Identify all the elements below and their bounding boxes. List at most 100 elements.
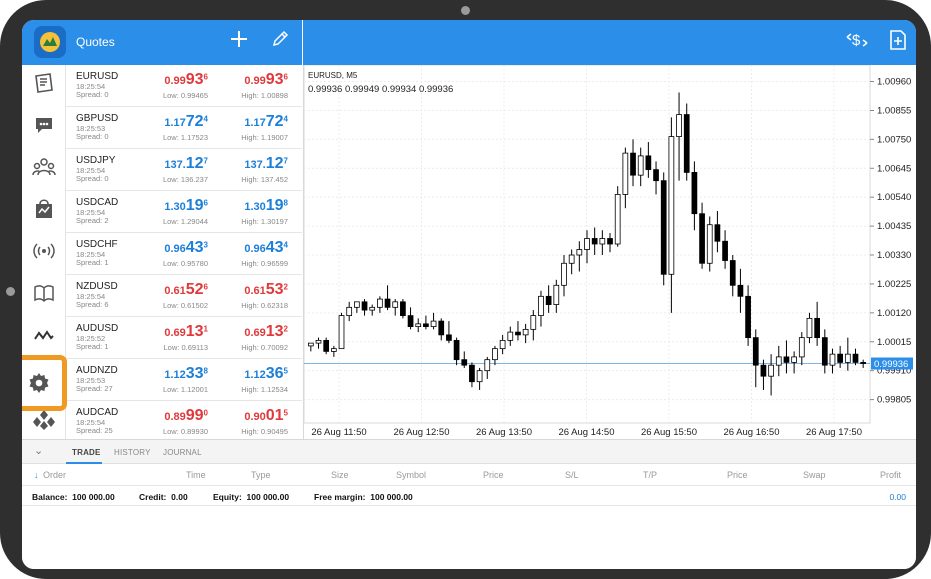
x-tick-label: 26 Aug 15:50: [641, 427, 697, 438]
quotes-list: EURUSD 18:25:54 Spread: 0 0.99936 0.99936 Low…: [66, 65, 302, 439]
col-symbol[interactable]: Symbol: [396, 470, 426, 480]
candle-body: [699, 213, 705, 264]
tab-history[interactable]: HISTORY: [114, 448, 151, 457]
quote-spread: Spread: 2: [76, 216, 109, 225]
candle-body: [538, 295, 544, 316]
market-bag-icon[interactable]: [28, 193, 60, 225]
candle-body: [469, 364, 475, 383]
candle-body: [507, 331, 514, 341]
col-type[interactable]: Type: [251, 470, 271, 480]
quote-low: Low: 0.99465: [162, 91, 208, 100]
quote-high: High: 1.00898: [241, 91, 288, 100]
col-tp[interactable]: T/P: [643, 470, 657, 480]
quote-row-usdjpy[interactable]: USDJPY 18:25:54 Spread: 0 137.127 137.127 Low…: [66, 149, 302, 191]
candle-body: [576, 249, 583, 256]
current-price-label: 0.99936: [874, 359, 908, 370]
candle-body: [307, 342, 314, 347]
col-profit[interactable]: Profit: [880, 470, 901, 480]
candle-body: [430, 320, 437, 328]
col-sl[interactable]: S/L: [565, 470, 579, 480]
collapse-chevron-icon[interactable]: ⌄: [34, 444, 43, 457]
quote-symbol: GBPUSD: [76, 113, 119, 124]
y-tick-label: 1.00330: [877, 250, 911, 261]
quote-row-audnzd[interactable]: AUDNZD 18:25:53 Spread: 27 1.12338 1.12365 Lo…: [66, 359, 302, 401]
candle-body: [568, 254, 575, 264]
quote-symbol: USDCAD: [76, 197, 119, 208]
quote-row-gbpusd[interactable]: GBPUSD 18:25:53 Spread: 0 1.17724 1.17724 Low…: [66, 107, 302, 149]
quote-spread: Spread: 6: [76, 300, 109, 309]
chart-header: $: [303, 20, 916, 65]
candle-body: [407, 315, 414, 328]
quote-high: High: 137.452: [241, 175, 288, 184]
candle-body: [637, 155, 644, 176]
candle-body: [492, 348, 498, 361]
candle-body: [584, 238, 590, 250]
quote-low: Low: 136.237: [162, 175, 208, 184]
candle-body: [798, 337, 805, 358]
edit-pencil-icon[interactable]: [267, 29, 293, 55]
book-icon[interactable]: [28, 277, 60, 309]
trading-chart-icon[interactable]: [28, 319, 60, 351]
metatrader-logo-icon[interactable]: [34, 26, 66, 58]
quote-ask: 0.99936: [244, 71, 288, 88]
chat-icon[interactable]: [28, 109, 60, 141]
account-summary: Balance: 100 000.00 Credit: 0.00 Equity:…: [22, 486, 916, 506]
quote-spread: Spread: 0: [76, 90, 109, 99]
quote-symbol: USDJPY: [76, 155, 116, 166]
candle-body: [461, 359, 468, 366]
quotes-header: Quotes: [22, 20, 302, 65]
candle-body: [737, 284, 744, 297]
candle-body: [315, 339, 322, 344]
x-tick-label: 26 Aug 13:50: [476, 427, 532, 438]
page-title: Quotes: [76, 35, 115, 49]
add-symbol-icon[interactable]: [226, 29, 252, 55]
quote-low: Low: 1.29044: [162, 217, 208, 226]
quote-row-usdchf[interactable]: USDCHF 18:25:54 Spread: 1 0.96433 0.96434 Low…: [66, 233, 302, 275]
candle-body: [384, 298, 391, 308]
price-chart[interactable]: 1.00960 1.00855 1.00750 1.00645 1.00540 1.004…: [303, 64, 916, 439]
y-tick-label: 1.00435: [877, 221, 911, 232]
quote-row-usdcad[interactable]: USDCAD 18:25:54 Spread: 2 1.30196 1.30198 Low…: [66, 191, 302, 233]
candle-body: [821, 337, 828, 366]
x-tick-label: 26 Aug 14:50: [559, 427, 615, 438]
quote-ask: 1.30198: [244, 197, 288, 214]
col-time[interactable]: Time: [186, 470, 206, 480]
settings-button[interactable]: [22, 355, 67, 411]
candle-body: [438, 320, 445, 336]
quote-row-eurusd[interactable]: EURUSD 18:25:54 Spread: 0 0.99936 0.99936 Low…: [66, 65, 302, 107]
trade-dollar-icon[interactable]: $: [844, 29, 870, 55]
col-order[interactable]: Order: [43, 470, 66, 480]
quote-row-audcad[interactable]: AUDCAD 18:25:54 Spread: 25 0.89990 0.90015 Lo…: [66, 401, 302, 439]
quote-high: High: 0.90495: [241, 427, 288, 436]
candle-body: [814, 317, 820, 339]
candle-body: [791, 356, 797, 363]
news-icon[interactable]: [28, 67, 60, 99]
signals-icon[interactable]: [28, 235, 60, 267]
sort-down-icon[interactable]: ↓: [34, 470, 39, 480]
col-price[interactable]: Price: [483, 470, 504, 480]
new-order-icon[interactable]: [885, 29, 911, 55]
quote-symbol: USDCHF: [76, 239, 118, 250]
y-tick-label: 1.00855: [877, 105, 911, 116]
candle-body: [484, 359, 491, 372]
y-tick-label: 0.99805: [877, 395, 911, 406]
tab-journal[interactable]: JOURNAL: [163, 448, 202, 457]
quote-bid: 137.127: [164, 155, 208, 172]
candle-body: [599, 238, 606, 245]
quote-row-audusd[interactable]: AUDUSD 18:25:52 Spread: 1 0.69131 0.69132 Low…: [66, 317, 302, 359]
quote-ask: 0.61532: [244, 281, 288, 298]
col-size[interactable]: Size: [331, 470, 349, 480]
candlestick-chart[interactable]: 1.00960 1.00855 1.00750 1.00645 1.00540 1.004…: [303, 64, 916, 439]
col-swap[interactable]: Swap: [803, 470, 826, 480]
candle-body: [745, 295, 751, 339]
candle-body: [676, 114, 682, 137]
quote-bid: 0.61526: [164, 281, 208, 298]
col-current-price[interactable]: Price: [727, 470, 748, 480]
quote-row-nzdusd[interactable]: NZDUSD 18:25:54 Spread: 6 0.61526 0.61532 Low…: [66, 275, 302, 317]
candle-body: [630, 152, 636, 176]
y-tick-label: 1.00015: [877, 337, 911, 348]
candle-body: [499, 339, 506, 350]
quote-high: High: 0.96599: [241, 259, 288, 268]
community-icon[interactable]: [28, 151, 60, 183]
tab-trade[interactable]: TRADE: [72, 448, 101, 457]
